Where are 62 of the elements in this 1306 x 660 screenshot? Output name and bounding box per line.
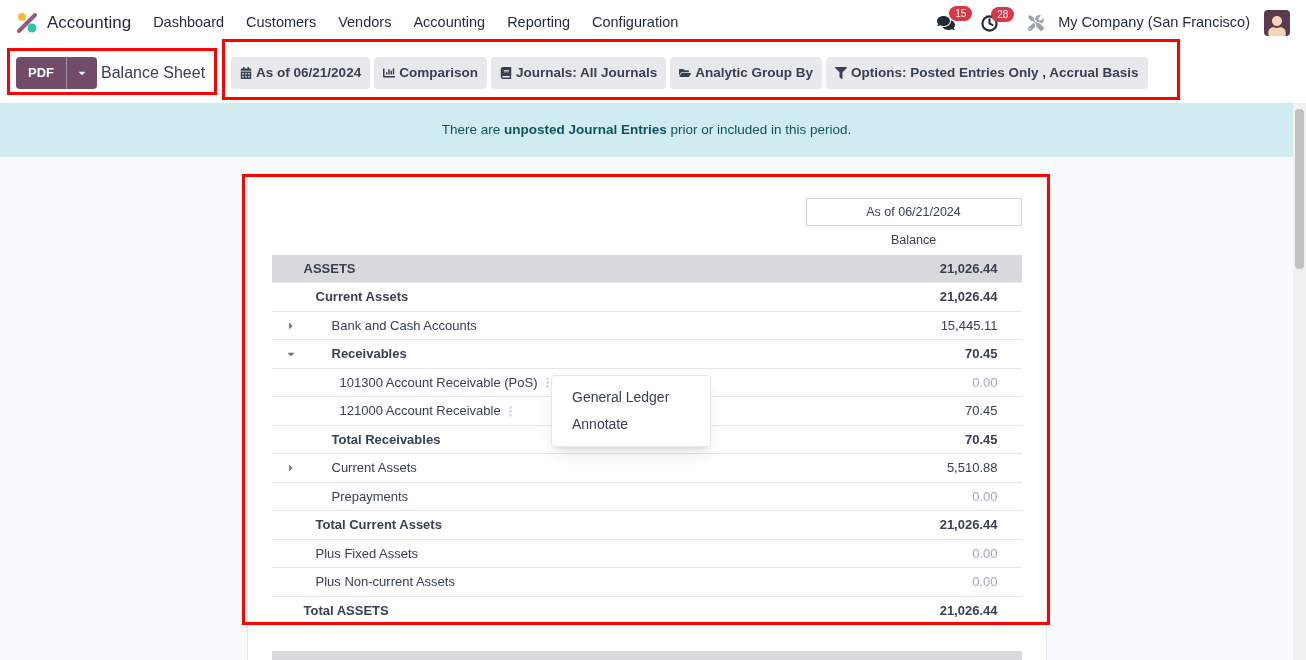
avatar[interactable] xyxy=(1264,10,1290,36)
menu-item[interactable]: Configuration xyxy=(592,12,679,34)
filter-button[interactable]: Analytic Group By xyxy=(670,57,822,89)
chat-icon[interactable] xyxy=(937,14,956,32)
row-value: 0.00 xyxy=(972,544,999,563)
vertical-dots-icon[interactable] xyxy=(508,405,512,417)
row-label: ASSETS xyxy=(303,259,356,278)
calendar-icon xyxy=(240,67,253,79)
row-value: 70.45 xyxy=(964,345,999,364)
filter-button[interactable]: As of 06/21/2024 xyxy=(231,57,371,89)
menu-item[interactable]: Customers xyxy=(246,12,317,34)
row-value: 21,026.44 xyxy=(939,516,999,535)
column-header: As of 06/21/2024 xyxy=(805,198,1022,226)
row-label: Total ASSETS xyxy=(303,601,389,620)
activity-count-badge: 28 xyxy=(991,6,1015,22)
vertical-dots-icon[interactable] xyxy=(545,377,549,388)
row-value: 70.45 xyxy=(964,430,999,449)
scrollbar[interactable] xyxy=(1293,103,1306,660)
tools-icon[interactable] xyxy=(1028,15,1045,31)
row-label: Bank and Cash Accounts xyxy=(331,316,477,335)
menu-option[interactable]: General Ledger xyxy=(552,384,710,411)
row-value: 0.00 xyxy=(972,373,999,392)
filter-button[interactable]: Options: Posted Entries Only , Accrual Basis xyxy=(826,57,1148,89)
app-logo-icon[interactable] xyxy=(16,12,38,34)
filter-icon xyxy=(835,67,847,79)
row-label: Prepayments xyxy=(331,487,409,506)
pdf-button[interactable]: PDF xyxy=(16,57,66,89)
book-icon xyxy=(499,67,512,79)
row-value: 0.00 xyxy=(972,573,999,592)
folder-icon xyxy=(679,67,692,79)
clock-icon[interactable] xyxy=(981,14,999,32)
row-label: Total Current Assets xyxy=(315,516,442,535)
row-value: 5,510.88 xyxy=(946,459,999,478)
message-count-badge: 15 xyxy=(949,6,973,21)
row-value: 70.45 xyxy=(964,402,999,421)
row-value: 21,026.44 xyxy=(939,288,999,307)
company-name[interactable]: My Company (San Francisco) xyxy=(1058,12,1250,34)
row-label: Current Assets xyxy=(331,459,417,478)
bar-chart-icon xyxy=(383,67,396,79)
menu-item[interactable]: Reporting xyxy=(507,12,570,34)
row-value: 21,026.44 xyxy=(939,601,999,620)
row-label: Receivables xyxy=(331,345,407,364)
row-label: 121000 Account Receivable xyxy=(339,402,501,421)
dropdown-toggle-button[interactable] xyxy=(66,57,97,89)
alert-banner: There are unposted Journal Entries prior or included in this period. xyxy=(0,103,1293,157)
row-label: Current Assets xyxy=(315,288,409,307)
app-name[interactable]: Accounting xyxy=(47,10,132,36)
row-value: 21,026.44 xyxy=(939,259,999,278)
row-label: Total Receivables xyxy=(331,430,441,449)
menu-option[interactable]: Annotate xyxy=(552,411,710,438)
page-title: Balance Sheet xyxy=(101,63,206,83)
filter-button[interactable]: Comparison xyxy=(374,57,487,89)
row-label: 101300 Account Receivable (PoS) xyxy=(339,373,538,392)
row-label: Plus Fixed Assets xyxy=(315,544,419,563)
filter-button[interactable]: Journals: All Journals xyxy=(490,57,667,89)
row-value: 15,445.11 xyxy=(940,316,999,335)
column-label: Balance xyxy=(890,232,937,249)
menu-item[interactable]: Vendors xyxy=(338,12,392,34)
menu-item[interactable]: Accounting xyxy=(413,12,486,34)
row-label: Plus Non-current Assets xyxy=(315,573,455,592)
row-value: 0.00 xyxy=(972,487,999,506)
menu-item[interactable]: Dashboard xyxy=(153,12,225,34)
